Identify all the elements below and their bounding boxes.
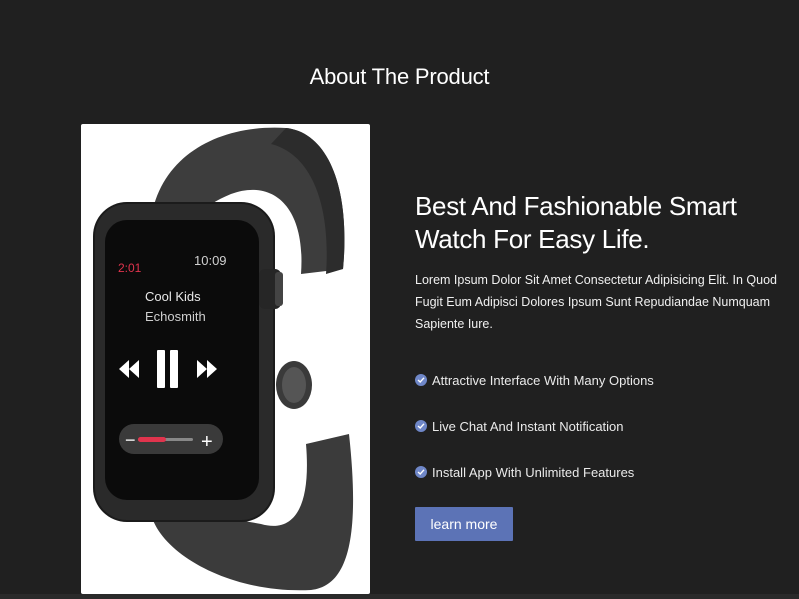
screen-time-right: 10:09 <box>194 253 227 268</box>
product-headline: Best And Fashionable Smart Watch For Eas… <box>415 191 737 254</box>
product-content: Best And Fashionable Smart Watch For Eas… <box>415 190 785 541</box>
feature-label: Live Chat And Instant Notification <box>432 418 624 434</box>
smart-watch-illustration: 2:01 10:09 Cool Kids Echosmith − + <box>93 127 354 591</box>
feature-item: Install App With Unlimited Features <box>415 449 785 495</box>
section-divider <box>0 594 799 599</box>
volume-plus-icon[interactable]: + <box>201 431 213 453</box>
learn-more-button[interactable]: learn more <box>415 507 513 541</box>
product-image: 2:01 10:09 Cool Kids Echosmith − + <box>81 124 370 594</box>
song-title: Cool Kids <box>145 289 201 304</box>
feature-list: Attractive Interface With Many Options L… <box>415 357 785 495</box>
feature-item: Attractive Interface With Many Options <box>415 357 785 403</box>
song-artist: Echosmith <box>145 309 206 324</box>
feature-label: Attractive Interface With Many Options <box>432 372 654 388</box>
check-circle-icon <box>415 420 427 432</box>
about-product-section: About The Product 2:01 10:09 Cool Kids E… <box>0 0 799 599</box>
volume-minus-icon[interactable]: − <box>125 430 136 450</box>
feature-label: Install App With Unlimited Features <box>432 464 635 480</box>
product-description: Lorem Ipsum Dolor Sit Amet Consectetur A… <box>415 273 777 331</box>
feature-item: Live Chat And Instant Notification <box>415 403 785 449</box>
check-circle-icon <box>415 374 427 386</box>
section-title: About The Product <box>309 64 490 89</box>
volume-fill <box>138 437 166 442</box>
screen-time-left: 2:01 <box>118 261 142 275</box>
check-circle-icon <box>415 466 427 478</box>
